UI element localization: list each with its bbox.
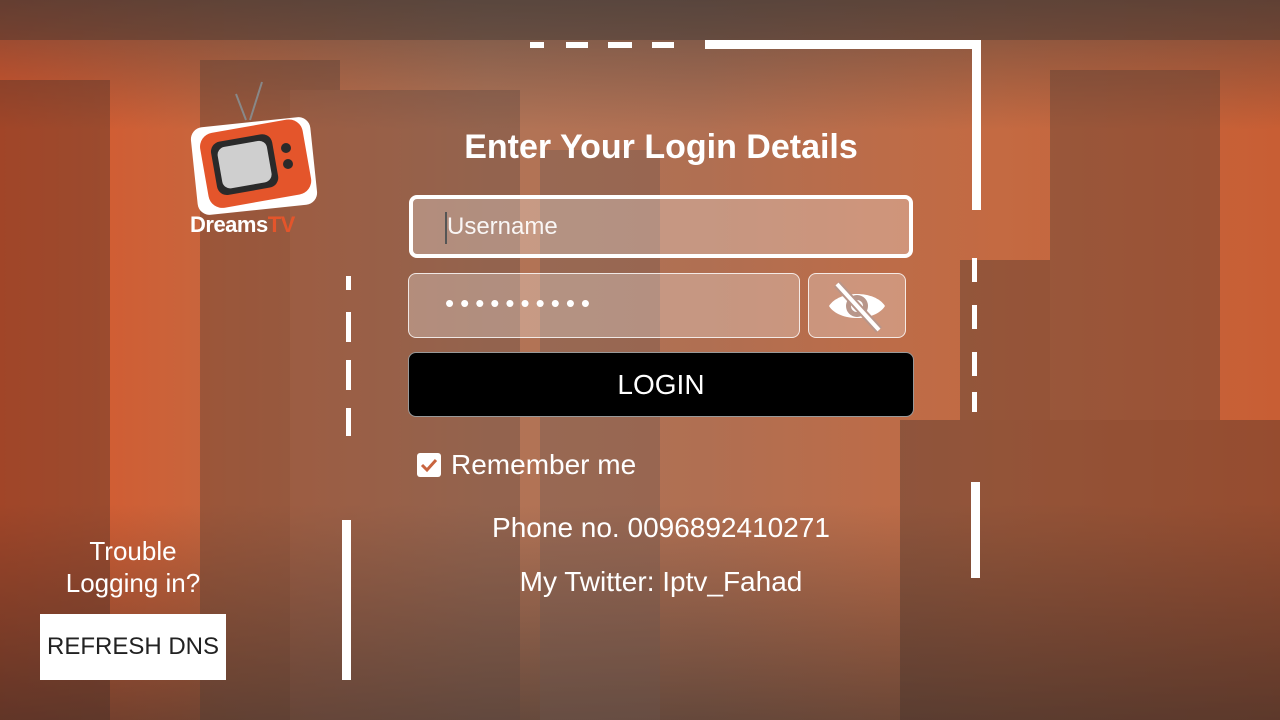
frame-left-dash-2 [346,312,351,342]
frame-left-dash-4 [346,408,351,436]
trouble-line-1: Trouble [89,536,177,566]
remember-me-checkbox[interactable]: Remember me [417,449,636,481]
username-placeholder: Username [447,213,558,240]
logo-wordmark: DreamsTV [190,212,295,238]
frame-right-dash-1 [972,258,977,282]
login-title: Enter Your Login Details [464,128,858,166]
logo-word: Dreams [190,212,268,237]
frame-left-bottom-line [342,520,351,680]
trouble-logging-in-text: Trouble Logging in? [40,535,226,599]
frame-right-dash-2 [972,305,977,329]
logo-accent: TV [267,212,296,237]
toggle-password-visibility-button[interactable] [808,273,906,338]
frame-right-line [972,40,981,210]
twitter-handle-text: My Twitter: Iptv_Fahad [519,566,803,597]
login-button[interactable]: LOGIN [408,352,914,417]
password-input[interactable]: •••••••••• [408,273,800,338]
frame-left-dash-1 [346,276,351,290]
phone-number-text: Phone no. 0096892410271 [492,512,830,543]
frame-top-dash-3 [608,42,632,48]
refresh-dns-button[interactable]: REFRESH DNS [40,614,226,680]
frame-right-dash-3 [972,352,977,376]
trouble-line-2: Logging in? [65,568,201,598]
remember-me-label: Remember me [451,449,637,480]
frame-left-dash-3 [346,360,351,390]
frame-top-dash-2 [566,42,588,48]
checkbox-checked-icon [417,453,441,477]
username-input[interactable]: Username [409,195,913,258]
eye-off-icon [829,280,885,333]
frame-right-dash-4 [972,392,977,412]
frame-top-dash-1 [530,42,544,48]
frame-top-line [705,40,981,49]
frame-top-dash-4 [652,42,674,48]
frame-right-bottom-line [971,482,980,578]
password-masked-value: •••••••••• [445,288,597,318]
